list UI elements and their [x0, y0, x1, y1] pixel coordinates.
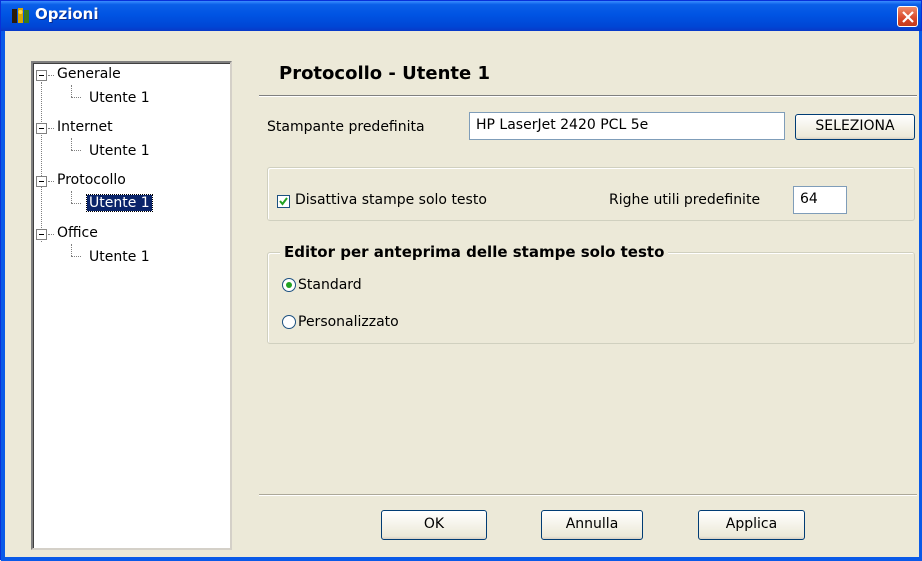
checkmark-icon	[279, 197, 288, 206]
radio-standard[interactable]	[282, 278, 296, 292]
collapse-icon[interactable]	[36, 229, 47, 240]
cancel-button[interactable]: Annulla	[541, 510, 643, 540]
default-rows-label: Righe utili predefinite	[609, 192, 761, 208]
tree-connector	[71, 203, 81, 204]
tree-node-generale[interactable]: Generale	[57, 66, 121, 82]
collapse-icon[interactable]	[36, 70, 47, 81]
tree-connector	[71, 97, 81, 98]
tree-connector	[48, 181, 54, 182]
options-dialog: Opzioni Generale Utente 1 Internet Utent…	[0, 0, 922, 561]
tree-connector	[71, 150, 81, 151]
disable-text-print-label[interactable]: Disattiva stampe solo testo	[295, 192, 487, 208]
title-bar[interactable]: Opzioni	[1, 1, 921, 31]
collapse-icon[interactable]	[36, 176, 47, 187]
window-frame-bottom	[1, 557, 922, 561]
ok-button[interactable]: OK	[381, 510, 487, 540]
tree-connector	[48, 128, 54, 129]
radio-selected-dot	[286, 282, 292, 288]
panel-title: Protocollo - Utente 1	[279, 63, 490, 84]
tree-node-protocollo[interactable]: Protocollo	[57, 172, 126, 188]
disable-text-print-checkbox[interactable]	[277, 195, 290, 208]
select-printer-button[interactable]: SELEZIONA	[795, 114, 915, 140]
tree-node-internet-utente[interactable]: Utente 1	[89, 143, 150, 159]
collapse-icon[interactable]	[36, 123, 47, 134]
tree-node-internet[interactable]: Internet	[57, 119, 113, 135]
radio-standard-label[interactable]: Standard	[298, 277, 362, 293]
tree-connector	[48, 75, 54, 76]
app-icon[interactable]	[11, 7, 31, 25]
tree-connector	[71, 256, 81, 257]
tree-connector	[71, 138, 72, 150]
editor-group	[267, 252, 915, 344]
tree-connector	[48, 234, 54, 235]
tree-connector	[41, 82, 42, 242]
radio-personalizzato-label[interactable]: Personalizzato	[298, 314, 399, 330]
close-icon	[902, 11, 914, 23]
tree-connector	[71, 244, 72, 256]
options-tree[interactable]: Generale Utente 1 Internet Utente 1 Prot…	[31, 61, 232, 550]
printer-field[interactable]: HP LaserJet 2420 PCL 5e	[469, 112, 785, 140]
tree-node-generale-utente[interactable]: Utente 1	[89, 90, 150, 106]
window-frame-left	[1, 31, 5, 561]
default-rows-field[interactable]: 64	[793, 186, 847, 214]
bottom-divider	[259, 494, 917, 496]
tree-node-protocollo-utente[interactable]: Utente 1	[86, 194, 153, 212]
close-button[interactable]	[897, 6, 918, 27]
tree-connector	[71, 191, 72, 203]
title-divider	[259, 95, 917, 97]
printer-label: Stampante predefinita	[267, 119, 425, 135]
window-title: Opzioni	[35, 5, 99, 23]
tree-connector	[71, 85, 72, 97]
editor-group-title: Editor per anteprima delle stampe solo t…	[280, 243, 669, 261]
tree-node-office-utente[interactable]: Utente 1	[89, 249, 150, 265]
radio-personalizzato[interactable]	[282, 315, 296, 329]
tree-node-office[interactable]: Office	[57, 225, 98, 241]
apply-button[interactable]: Applica	[698, 510, 805, 540]
